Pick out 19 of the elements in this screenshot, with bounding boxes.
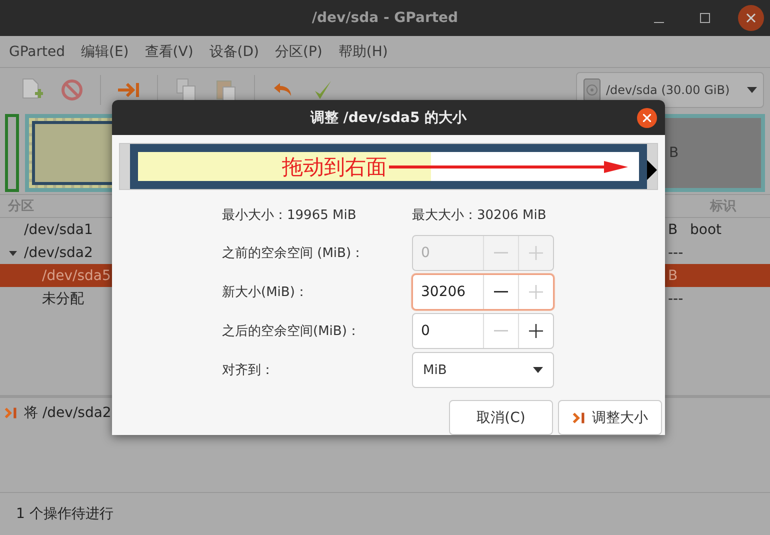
partition-name: /dev/sda1: [24, 222, 93, 238]
table-cell-text: B: [668, 222, 679, 238]
field-label: 之后的空余空间(MiB)：: [222, 323, 361, 340]
field-label: 对齐到：: [222, 362, 275, 379]
annotation-text: 拖动到右面: [282, 154, 387, 180]
status-text: 1 个操作待进行: [0, 492, 770, 535]
partition-name: /dev/sda2: [24, 244, 93, 260]
partition-label: B: [669, 145, 679, 161]
min-size-text: 最小大小：19965 MiB: [222, 207, 358, 225]
max-size-text: 最大大小：30206 MiB: [412, 207, 548, 224]
field-label: 新大小(MiB)：: [222, 284, 309, 301]
table-cell-text: B: [668, 268, 679, 284]
partition-name: /dev/sda5: [42, 268, 111, 284]
table-cell-text: ---: [668, 244, 684, 260]
window-title: /dev/sda - GParted: [310, 10, 460, 26]
operation-text: 将 /dev/sda2: [24, 404, 112, 422]
dialog-title: 调整 /dev/sda5 的大小: [310, 108, 467, 126]
field-label: 之前的空余空间 (MiB)：: [222, 245, 366, 262]
table-cell-text: boot: [690, 222, 723, 238]
